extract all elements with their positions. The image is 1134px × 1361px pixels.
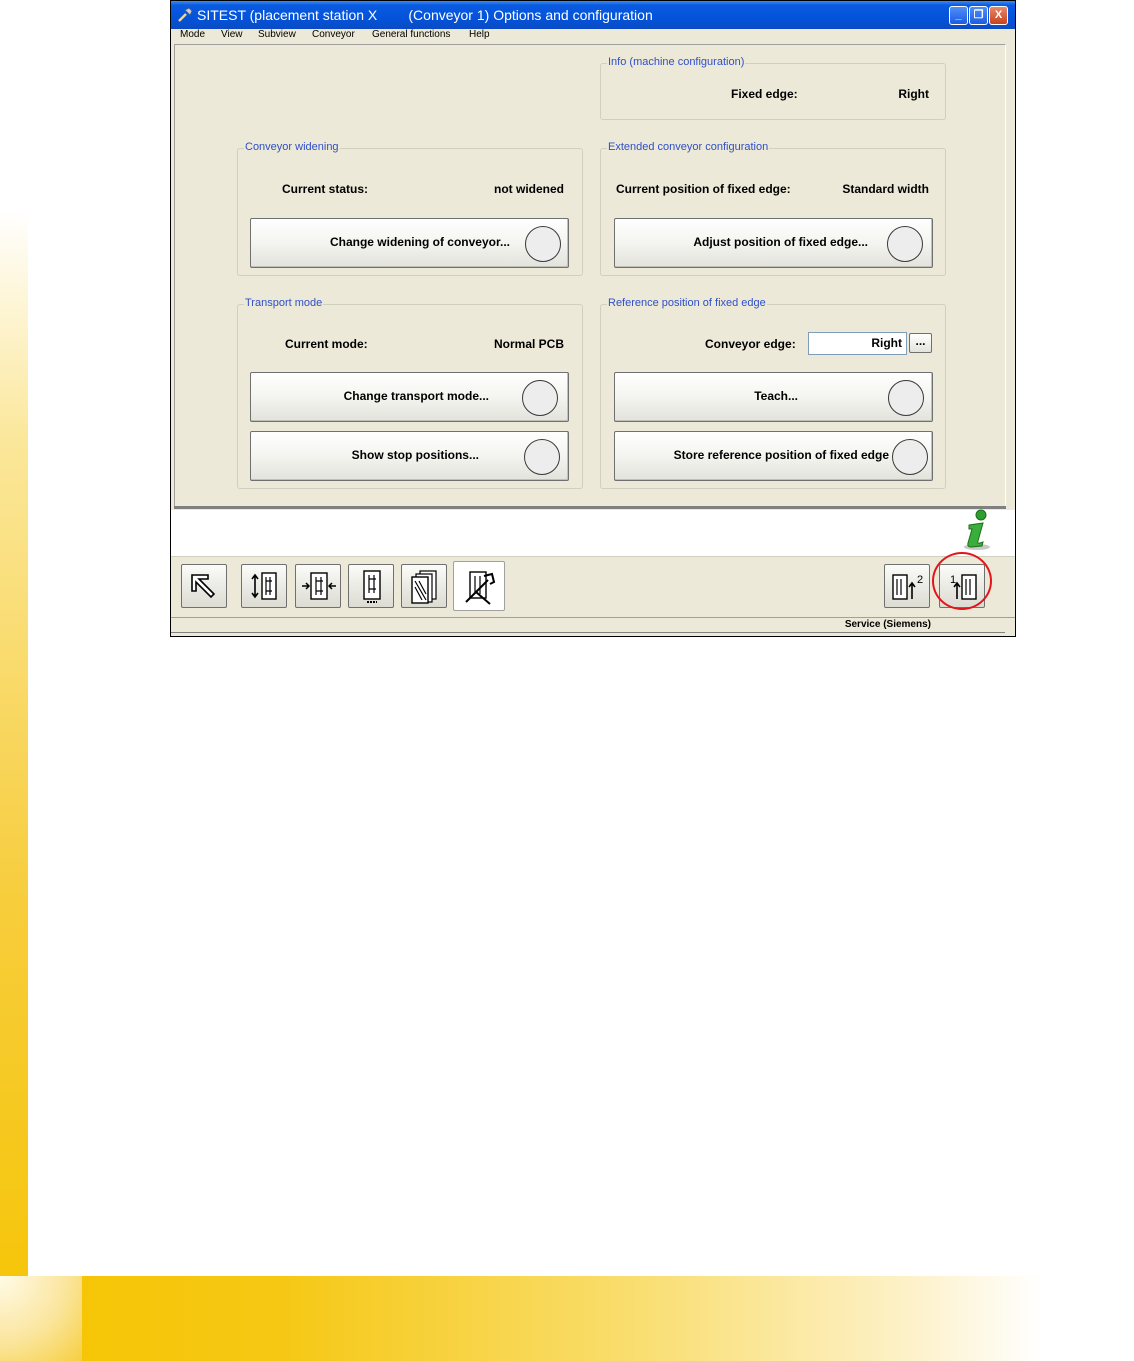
group-info-machine: Info (machine configuration) Fixed edge:…	[600, 56, 946, 120]
conveyor-edge-label: Conveyor edge:	[705, 337, 796, 351]
menu-conveyor[interactable]: Conveyor	[312, 29, 355, 40]
menu-bar: Mode View Subview Conveyor General funct…	[171, 29, 1015, 43]
conveyor-config-tools-glyph	[465, 571, 496, 605]
status-indicator-icon	[525, 226, 561, 262]
button-label: Show stop positions...	[351, 448, 479, 462]
teach-button[interactable]: Teach...	[614, 372, 933, 422]
current-mode-value: Normal PCB	[493, 337, 564, 351]
current-status-value: not widened	[494, 182, 564, 196]
restore-button[interactable]: ❐	[969, 6, 988, 25]
conveyor-multi-glyph	[411, 570, 437, 604]
fixed-edge-position-label: Current position of fixed edge:	[616, 182, 791, 196]
group-conveyor-widening: Conveyor widening Current status: not wi…	[237, 141, 583, 276]
window-title: SITEST (placement station X (Conveyor 1)…	[197, 7, 653, 23]
status-indicator-icon	[524, 439, 560, 475]
group-legend: Conveyor widening	[244, 141, 340, 153]
status-indicator-icon	[887, 226, 923, 262]
conveyor-width-glyph	[251, 572, 277, 600]
fixed-edge-label: Fixed edge:	[731, 87, 798, 101]
pointer-arrow-glyph	[191, 574, 216, 599]
current-mode-label: Current mode:	[285, 337, 368, 351]
info-icon[interactable]	[961, 509, 993, 551]
group-legend: Extended conveyor configuration	[607, 141, 770, 153]
button-label: Store reference position of fixed edge	[673, 448, 889, 462]
message-area	[171, 510, 1015, 556]
group-extended-config: Extended conveyor configuration Current …	[600, 141, 946, 276]
button-label: Change transport mode...	[343, 389, 489, 403]
group-legend: Info (machine configuration)	[607, 56, 746, 68]
slide-left-bar	[0, 210, 28, 1361]
highlight-annotation	[932, 552, 992, 610]
group-legend: Reference position of fixed edge	[607, 297, 767, 309]
show-stop-positions-button[interactable]: Show stop positions...	[250, 431, 569, 481]
application-window: SITEST (placement station X (Conveyor 1)…	[170, 0, 1016, 637]
store-reference-position-button[interactable]: Store reference position of fixed edge	[614, 431, 933, 481]
fixed-edge-value: Right	[898, 87, 929, 101]
change-transport-mode-button[interactable]: Change transport mode...	[250, 372, 569, 422]
conveyor-multi-icon[interactable]	[401, 564, 447, 608]
conveyor-edge-browse-button[interactable]: ...	[909, 333, 932, 353]
close-button[interactable]: X	[989, 6, 1008, 25]
slide-bottom-corner	[0, 1276, 82, 1361]
conveyor-single-glyph	[363, 570, 381, 603]
slide-bottom-bar	[0, 1276, 1134, 1361]
menu-help[interactable]: Help	[469, 29, 490, 40]
status-indicator-icon	[888, 380, 924, 416]
minimize-button[interactable]: _	[949, 6, 968, 25]
menu-general-functions[interactable]: General functions	[372, 29, 450, 40]
fixed-edge-position-value: Standard width	[842, 182, 929, 196]
menu-view[interactable]: View	[221, 29, 243, 40]
status-indicator-icon	[892, 439, 928, 475]
conveyor-single-icon[interactable]	[348, 564, 394, 608]
status-indicator-icon	[522, 380, 558, 416]
title-bar: SITEST (placement station X (Conveyor 1)…	[171, 1, 1015, 29]
bottom-toolbar: 2 1	[171, 556, 1015, 616]
user-level-text: Service (Siemens)	[844, 619, 931, 630]
conveyor-width-icon[interactable]	[241, 564, 287, 608]
conveyor-2-number: 2	[917, 574, 923, 586]
menu-subview[interactable]: Subview	[258, 29, 296, 40]
conveyor-center-glyph	[302, 572, 336, 600]
group-legend: Transport mode	[244, 297, 324, 309]
group-reference-position: Reference position of fixed edge Conveyo…	[600, 297, 946, 489]
panel-divider	[174, 506, 1006, 509]
pointer-arrow-icon[interactable]	[181, 564, 227, 608]
group-transport-mode: Transport mode Current mode: Normal PCB …	[237, 297, 583, 489]
button-label: Change widening of conveyor...	[329, 235, 510, 249]
adjust-fixed-edge-button[interactable]: Adjust position of fixed edge...	[614, 218, 933, 268]
current-status-label: Current status:	[282, 182, 369, 196]
button-label: Teach...	[754, 389, 798, 403]
status-bar: Service (Siemens)	[171, 617, 1015, 636]
menu-mode[interactable]: Mode	[180, 29, 205, 40]
button-label: Adjust position of fixed edge...	[693, 235, 868, 249]
options-panel: Info (machine configuration) Fixed edge:…	[174, 44, 1006, 508]
conveyor-center-icon[interactable]	[295, 564, 341, 608]
conveyor-2-glyph: 2	[892, 574, 923, 600]
change-widening-button[interactable]: Change widening of conveyor...	[250, 218, 569, 268]
conveyor-2-icon[interactable]: 2	[884, 564, 930, 608]
conveyor-config-tools-icon[interactable]	[453, 561, 505, 611]
hammer-icon	[178, 7, 193, 22]
conveyor-edge-field[interactable]: Right	[808, 332, 907, 355]
status-bar-line	[171, 632, 1005, 633]
